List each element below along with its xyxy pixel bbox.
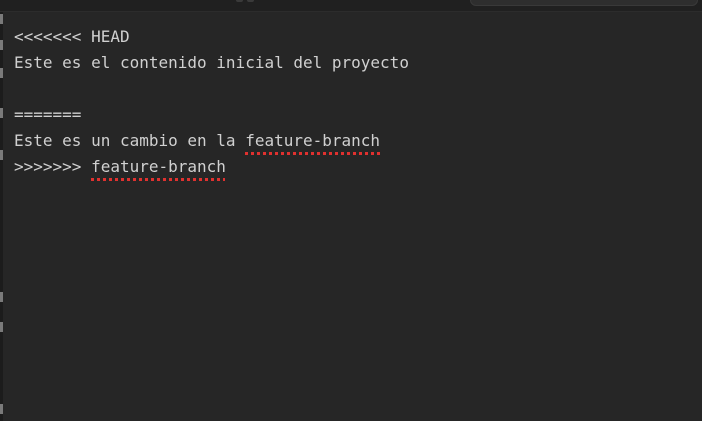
conflict-marker-incoming[interactable]: >>>>>>> feature-branch [14, 154, 694, 180]
activity-bar-edge [0, 12, 3, 421]
activity-bar-icon-fragment[interactable] [0, 150, 3, 160]
editor-line[interactable]: Este es un cambio en la feature-branch [14, 128, 694, 154]
text-editor[interactable]: <<<<<<< HEAD Este es el contenido inicia… [14, 24, 694, 180]
activity-bar-icon-fragment[interactable] [0, 322, 3, 332]
line-text: ======= [14, 105, 82, 124]
command-center-search[interactable] [470, 0, 698, 6]
empty-line[interactable] [14, 76, 694, 102]
activity-bar-icon-fragment[interactable] [0, 68, 3, 78]
line-text: >>>>>>> [14, 157, 92, 176]
conflict-marker-head[interactable]: <<<<<<< HEAD [14, 24, 694, 50]
line-text: <<<<<<< HEAD [14, 27, 130, 46]
toolbar-button-stub[interactable] [236, 0, 243, 2]
activity-bar-icon-fragment[interactable] [0, 404, 3, 414]
editor-window: <<<<<<< HEAD Este es el contenido inicia… [0, 0, 702, 421]
line-text: Este es el contenido inicial del proyect… [14, 53, 409, 72]
spelling-error-word[interactable]: feature-branch [91, 157, 226, 176]
line-text: Este es un cambio en la [14, 131, 246, 150]
activity-bar-icon-fragment[interactable] [0, 14, 3, 24]
toolbar-button-stub[interactable] [247, 0, 254, 2]
activity-bar-icon-fragment[interactable] [0, 40, 3, 50]
conflict-separator[interactable]: ======= [14, 102, 694, 128]
spelling-error-word[interactable]: feature-branch [245, 131, 380, 150]
editor-line[interactable]: Este es el contenido inicial del proyect… [14, 50, 694, 76]
title-bar [0, 0, 702, 12]
activity-bar-icon-fragment[interactable] [0, 292, 3, 302]
activity-bar-icon-fragment[interactable] [0, 108, 3, 118]
